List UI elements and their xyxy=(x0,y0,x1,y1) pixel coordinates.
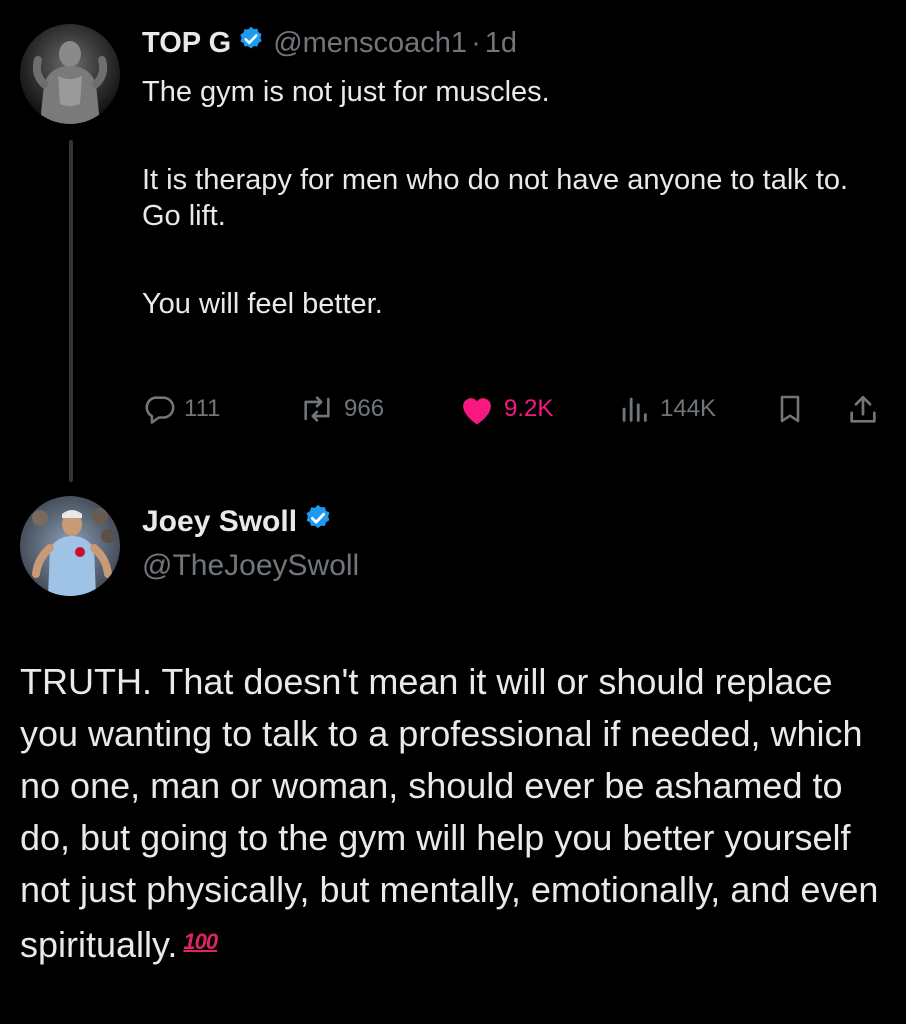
share-icon xyxy=(846,392,880,428)
thread-connector-line xyxy=(69,140,73,482)
joey-author-name[interactable]: Joey Swoll xyxy=(142,505,297,539)
verified-badge-icon xyxy=(237,25,265,61)
reply-count: 111 xyxy=(184,395,221,422)
hundred-points-emoji: 100 xyxy=(183,929,218,954)
repost-icon xyxy=(298,392,336,426)
views-count: 144K xyxy=(660,395,717,422)
bookmark-button[interactable] xyxy=(774,392,806,426)
tweet-line: The gym is not just for muscles. xyxy=(142,76,550,108)
repost-button[interactable]: 966 xyxy=(298,392,384,426)
joey-handle-row: @TheJoeySwoll xyxy=(142,546,359,586)
bookmark-icon xyxy=(774,392,806,426)
topg-author-name[interactable]: TOP G xyxy=(142,27,231,60)
tweet-line: Go lift. xyxy=(142,200,226,232)
share-button[interactable] xyxy=(846,392,880,428)
heart-icon xyxy=(458,392,496,426)
repost-count: 966 xyxy=(344,395,385,422)
topg-tweet-text: The gym is not just for muscles. It is t… xyxy=(142,74,882,322)
reply-text: TRUTH. That doesn't mean it will or shou… xyxy=(20,661,879,965)
like-button[interactable]: 9.2K xyxy=(458,392,553,426)
verified-badge-icon xyxy=(303,503,333,541)
views-button[interactable]: 144K xyxy=(616,392,716,426)
joey-tweet-header: Joey Swoll xyxy=(142,502,333,542)
reply-button[interactable]: 111 xyxy=(142,392,220,426)
joey-tweet-text: TRUTH. That doesn't mean it will or shou… xyxy=(20,656,890,971)
tweet-timestamp[interactable]: 1d xyxy=(485,27,517,60)
topg-handle[interactable]: @menscoach1 xyxy=(273,27,467,60)
topg-avatar[interactable] xyxy=(20,24,120,124)
separator-dot: · xyxy=(471,26,481,59)
topg-tweet-header: TOP G @menscoach1 · 1d xyxy=(142,24,517,62)
views-icon xyxy=(616,392,652,426)
reply-icon xyxy=(142,392,176,426)
joey-swoll-avatar[interactable] xyxy=(20,496,120,596)
tweet-action-bar: 111 966 9.2K 144K xyxy=(142,392,882,436)
like-count: 9.2K xyxy=(504,395,554,422)
tweet-line: You will feel better. xyxy=(142,288,383,320)
joey-handle[interactable]: @TheJoeySwoll xyxy=(142,549,359,583)
tweet-line: It is therapy for men who do not have an… xyxy=(142,164,849,196)
